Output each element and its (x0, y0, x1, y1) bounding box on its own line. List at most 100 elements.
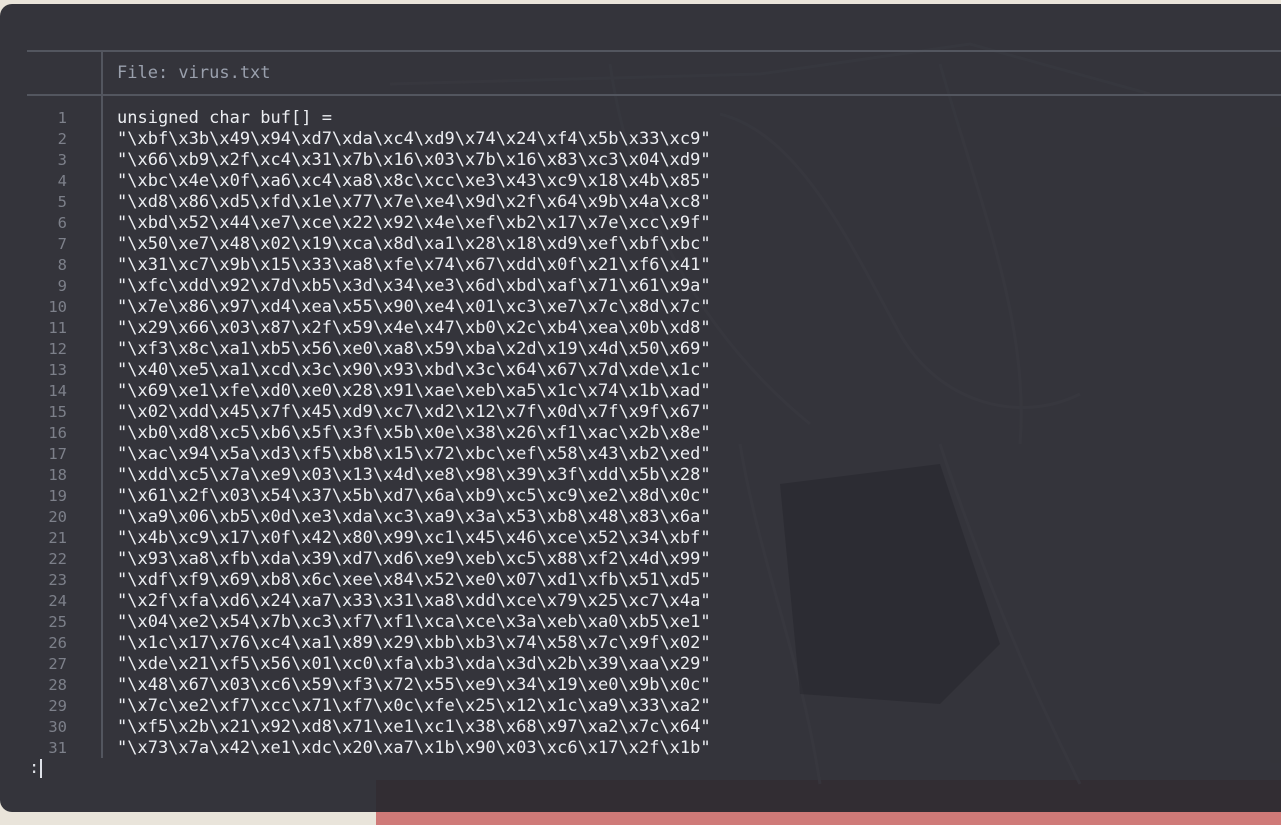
code-line: 30 "\xf5\x2b\x21\x92\xd8\x71\xe1\xc1\x38\… (27, 717, 1281, 738)
code-line: 20 "\xa9\x06\xb5\x0d\xe3\xda\xc3\xa9\x3a\… (27, 507, 1281, 528)
code-line: 14 "\x69\xe1\xfe\xd0\xe0\x28\x91\xae\xeb\… (27, 381, 1281, 402)
line-number: 28 (48, 676, 67, 694)
line-number: 2 (57, 130, 67, 148)
line-text: "\x2f\xfa\xd6\x24\xa7\x33\x31\xa8\xdd\xc… (117, 591, 711, 611)
file-header: File: virus.txt (117, 63, 271, 83)
text-cursor (40, 758, 43, 778)
code-line: 26 "\x1c\x17\x76\xc4\xa1\x89\x29\xbb\xb3\… (27, 633, 1281, 654)
line-text: "\x69\xe1\xfe\xd0\xe0\x28\x91\xae\xeb\xa… (117, 381, 711, 401)
line-number: 19 (48, 487, 67, 505)
line-text: "\x73\x7a\x42\xe1\xdc\x20\xa7\x1b\x90\x0… (117, 738, 711, 758)
line-text: "\xf3\x8c\xa1\xb5\x56\xe0\xa8\x59\xba\x2… (117, 339, 711, 359)
pager-prompt[interactable]: : (29, 757, 43, 779)
line-text: "\xbd\x52\x44\xe7\xce\x22\x92\x4e\xef\xb… (117, 213, 711, 233)
code-line: 11 "\x29\x66\x03\x87\x2f\x59\x4e\x47\xb0\… (27, 318, 1281, 339)
line-text: "\x7c\xe2\xf7\xcc\x71\xf7\x0c\xfe\x25\x1… (117, 696, 711, 716)
line-number: 29 (48, 697, 67, 715)
line-text: "\x48\x67\x03\xc6\x59\xf3\x72\x55\xe9\x3… (117, 675, 711, 695)
code-line: 16 "\xb0\xd8\xc5\xb6\x5f\x3f\x5b\x0e\x38\… (27, 423, 1281, 444)
line-number: 23 (48, 571, 67, 589)
code-line: 18 "\xdd\xc5\x7a\xe9\x03\x13\x4d\xe8\x98\… (27, 465, 1281, 486)
line-text: "\x66\xb9\x2f\xc4\x31\x7b\x16\x03\x7b\x1… (117, 150, 711, 170)
line-number: 11 (48, 319, 67, 337)
line-text: "\xb0\xd8\xc5\xb6\x5f\x3f\x5b\x0e\x38\x2… (117, 423, 711, 443)
line-number: 17 (48, 445, 67, 463)
line-number: 3 (57, 151, 67, 169)
code-line: 31 "\x73\x7a\x42\xe1\xdc\x20\xa7\x1b\x90\… (27, 738, 1281, 759)
code-line: 2 "\xbf\x3b\x49\x94\xd7\xda\xc4\xd9\x74\x… (27, 129, 1281, 150)
line-number: 27 (48, 655, 67, 673)
line-number: 31 (48, 739, 67, 757)
line-text: "\x29\x66\x03\x87\x2f\x59\x4e\x47\xb0\x2… (117, 318, 711, 338)
line-number: 15 (48, 403, 67, 421)
line-text: "\xde\x21\xf5\x56\x01\xc0\xfa\xb3\xda\x3… (117, 654, 711, 674)
line-number: 6 (57, 214, 67, 232)
line-number: 12 (48, 340, 67, 358)
line-text: "\xbc\x4e\x0f\xa6\xc4\xa8\x8c\xcc\xe3\x4… (117, 171, 711, 191)
code-line: 21 "\x4b\xc9\x17\x0f\x42\x80\x99\xc1\x45\… (27, 528, 1281, 549)
code-line: 29 "\x7c\xe2\xf7\xcc\x71\xf7\x0c\xfe\x25\… (27, 696, 1281, 717)
line-text: "\x4b\xc9\x17\x0f\x42\x80\x99\xc1\x45\x4… (117, 528, 711, 548)
line-number: 1 (57, 109, 67, 127)
line-text: "\xac\x94\x5a\xd3\xf5\xb8\x15\x72\xbc\xe… (117, 444, 711, 464)
line-text: "\xf5\x2b\x21\x92\xd8\x71\xe1\xc1\x38\x6… (117, 717, 711, 737)
line-number: 14 (48, 382, 67, 400)
line-text: "\x7e\x86\x97\xd4\xea\x55\x90\xe4\x01\xc… (117, 297, 711, 317)
line-number: 7 (57, 235, 67, 253)
code-line: 24 "\x2f\xfa\xd6\x24\xa7\x33\x31\xa8\xdd\… (27, 591, 1281, 612)
line-number: 22 (48, 550, 67, 568)
code-line: 1 unsigned char buf[] = (27, 108, 1281, 129)
file-content[interactable]: 1 unsigned char buf[] = 2 "\xbf\x3b\x49\x94… (27, 108, 1281, 759)
line-text: "\x61\x2f\x03\x54\x37\x5b\xd7\x6a\xb9\xc… (117, 486, 711, 506)
code-line: 15 "\x02\xdd\x45\x7f\x45\xd9\xc7\xd2\x12\… (27, 402, 1281, 423)
code-line: 8 "\x31\xc7\x9b\x15\x33\xa8\xfe\x74\x67\x… (27, 255, 1281, 276)
line-number: 8 (57, 256, 67, 274)
line-number: 18 (48, 466, 67, 484)
code-line: 17 "\xac\x94\x5a\xd3\xf5\xb8\x15\x72\xbc\… (27, 444, 1281, 465)
code-line: 12 "\xf3\x8c\xa1\xb5\x56\xe0\xa8\x59\xba\… (27, 339, 1281, 360)
line-text: "\x02\xdd\x45\x7f\x45\xd9\xc7\xd2\x12\x7… (117, 402, 711, 422)
line-text: "\xbf\x3b\x49\x94\xd7\xda\xc4\xd9\x74\x2… (117, 129, 711, 149)
code-line: 23 "\xdf\xf9\x69\xb8\x6c\xee\x84\x52\xe0\… (27, 570, 1281, 591)
line-number: 20 (48, 508, 67, 526)
line-number: 13 (48, 361, 67, 379)
code-line: 10 "\x7e\x86\x97\xd4\xea\x55\x90\xe4\x01\… (27, 297, 1281, 318)
code-line: 5 "\xd8\x86\xd5\xfd\x1e\x77\x7e\xe4\x9d\x… (27, 192, 1281, 213)
code-line: 22 "\x93\xa8\xfb\xda\x39\xd7\xd6\xe9\xeb\… (27, 549, 1281, 570)
code-line: 25 "\x04\xe2\x54\x7b\xc3\xf7\xf1\xca\xce\… (27, 612, 1281, 633)
code-line: 6 "\xbd\x52\x44\xe7\xce\x22\x92\x4e\xef\x… (27, 213, 1281, 234)
line-number: 5 (57, 193, 67, 211)
line-number: 30 (48, 718, 67, 736)
line-text: "\xd8\x86\xd5\xfd\x1e\x77\x7e\xe4\x9d\x2… (117, 192, 711, 212)
line-number: 9 (57, 277, 67, 295)
line-text: "\xdd\xc5\x7a\xe9\x03\x13\x4d\xe8\x98\x3… (117, 465, 711, 485)
line-number: 21 (48, 529, 67, 547)
line-number: 24 (48, 592, 67, 610)
header-bottom-rule (27, 94, 1281, 96)
code-line: 4 "\xbc\x4e\x0f\xa6\xc4\xa8\x8c\xcc\xe3\x… (27, 171, 1281, 192)
line-number: 16 (48, 424, 67, 442)
terminal-window[interactable]: File: virus.txt 1 unsigned char buf[] = 2 "… (0, 4, 1281, 812)
line-number: 10 (48, 298, 67, 316)
header-gutter-divider (101, 52, 103, 94)
line-text: unsigned char buf[] = (117, 108, 332, 128)
line-number: 4 (57, 172, 67, 190)
code-line: 28 "\x48\x67\x03\xc6\x59\xf3\x72\x55\xe9\… (27, 675, 1281, 696)
prompt-colon: : (29, 758, 40, 778)
line-text: "\x50\xe7\x48\x02\x19\xca\x8d\xa1\x28\x1… (117, 234, 711, 254)
line-text: "\x31\xc7\x9b\x15\x33\xa8\xfe\x74\x67\xd… (117, 255, 711, 275)
line-number: 26 (48, 634, 67, 652)
line-text: "\x40\xe5\xa1\xcd\x3c\x90\x93\xbd\x3c\x6… (117, 360, 711, 380)
code-line: 7 "\x50\xe7\x48\x02\x19\xca\x8d\xa1\x28\x… (27, 234, 1281, 255)
line-text: "\x1c\x17\x76\xc4\xa1\x89\x29\xbb\xb3\x7… (117, 633, 711, 653)
code-line: 9 "\xfc\xdd\x92\x7d\xb5\x3d\x34\xe3\x6d\x… (27, 276, 1281, 297)
line-text: "\x04\xe2\x54\x7b\xc3\xf7\xf1\xca\xce\x3… (117, 612, 711, 632)
line-text: "\xa9\x06\xb5\x0d\xe3\xda\xc3\xa9\x3a\x5… (117, 507, 711, 527)
line-number: 25 (48, 613, 67, 631)
code-line: 13 "\x40\xe5\xa1\xcd\x3c\x90\x93\xbd\x3c\… (27, 360, 1281, 381)
line-text: "\xdf\xf9\x69\xb8\x6c\xee\x84\x52\xe0\x0… (117, 570, 711, 590)
code-line: 27 "\xde\x21\xf5\x56\x01\xc0\xfa\xb3\xda\… (27, 654, 1281, 675)
code-line: 3 "\x66\xb9\x2f\xc4\x31\x7b\x16\x03\x7b\x… (27, 150, 1281, 171)
line-text: "\x93\xa8\xfb\xda\x39\xd7\xd6\xe9\xeb\xc… (117, 549, 711, 569)
line-text: "\xfc\xdd\x92\x7d\xb5\x3d\x34\xe3\x6d\xb… (117, 276, 711, 296)
